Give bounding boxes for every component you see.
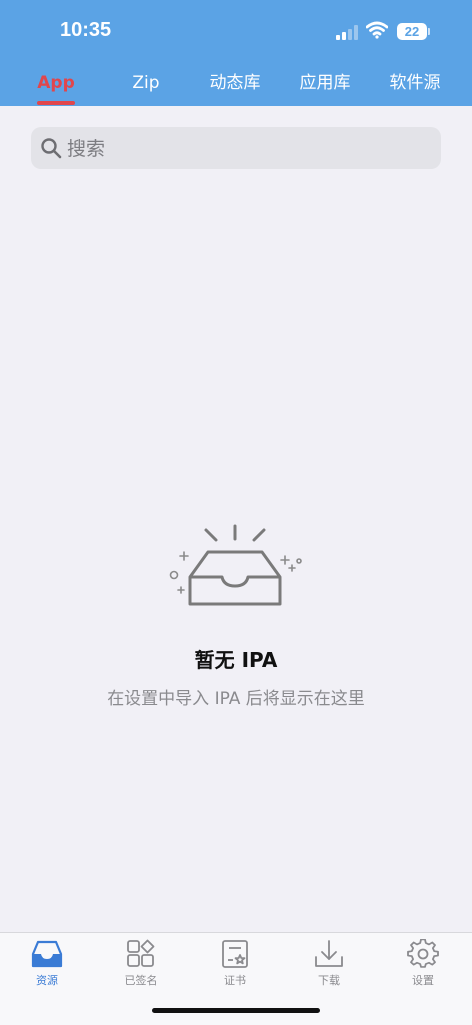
bottom-tab-download[interactable]: 下载 xyxy=(282,933,376,993)
status-time: 10:35 xyxy=(60,19,112,41)
certificate-icon xyxy=(222,940,248,968)
bottom-tab-settings[interactable]: 设置 xyxy=(376,933,470,993)
battery-cap xyxy=(428,28,430,35)
empty-state-title: 暂无 IPA xyxy=(194,648,278,672)
bottom-tab-label: 资源 xyxy=(36,974,58,987)
gear-icon xyxy=(407,939,439,968)
search-bar[interactable] xyxy=(31,127,441,171)
tab-software-source[interactable]: 软件源 xyxy=(380,66,450,100)
top-tabs: App Zip 动态库 应用库 软件源 xyxy=(0,66,472,106)
bottom-tab-resources[interactable]: 资源 xyxy=(0,933,94,993)
bottom-tab-signed[interactable]: 已签名 xyxy=(94,933,188,993)
tab-zip[interactable]: Zip xyxy=(116,66,176,100)
header-bar: 10:35 22 App Zip 动态库 应用库 软件源 xyxy=(0,0,472,106)
search-input[interactable] xyxy=(65,127,429,171)
download-icon xyxy=(315,940,343,967)
battery-icon: 22 xyxy=(397,23,427,40)
empty-box-icon xyxy=(169,524,302,606)
wifi-icon xyxy=(366,21,388,39)
tab-dynamic-library[interactable]: 动态库 xyxy=(200,66,270,100)
bottom-tab-certificate[interactable]: 证书 xyxy=(188,933,282,993)
tab-app-library[interactable]: 应用库 xyxy=(290,66,360,100)
bottom-tab-label: 下载 xyxy=(318,974,340,987)
bottom-tab-label: 设置 xyxy=(412,974,434,987)
tab-app[interactable]: App xyxy=(26,66,86,100)
apps-grid-icon xyxy=(127,939,155,967)
cellular-signal-icon xyxy=(336,24,360,40)
active-tab-indicator xyxy=(37,101,75,105)
home-indicator xyxy=(152,1008,320,1013)
search-icon xyxy=(41,138,62,159)
empty-state-subtitle: 在设置中导入 IPA 后将显示在这里 xyxy=(107,689,365,709)
bottom-tab-label: 已签名 xyxy=(124,974,158,987)
bottom-tab-label: 证书 xyxy=(224,974,246,987)
inbox-tray-icon xyxy=(31,940,63,968)
